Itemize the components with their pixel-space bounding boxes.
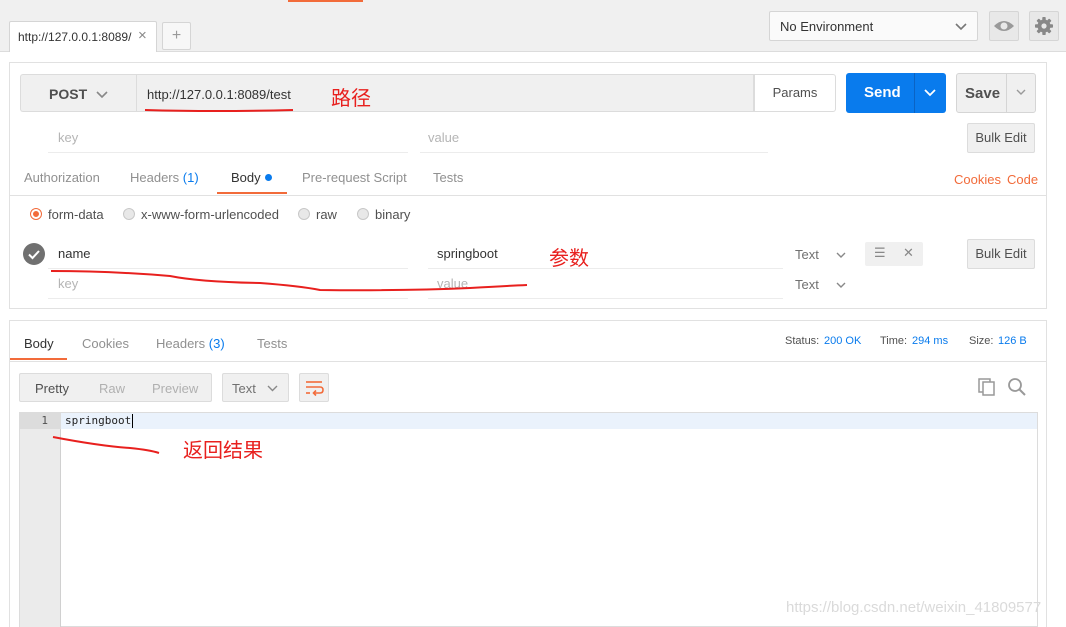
underline-stroke	[144, 109, 294, 112]
annotation-path: 路径	[331, 86, 371, 110]
underline-stroke	[50, 270, 528, 292]
underline-stroke	[52, 436, 160, 454]
annotation-strokes	[50, 109, 528, 454]
annotation-params: 参数	[549, 246, 589, 270]
annotation-result: 返回结果	[183, 438, 263, 462]
watermark: https://blog.csdn.net/weixin_41809577	[786, 599, 1042, 616]
